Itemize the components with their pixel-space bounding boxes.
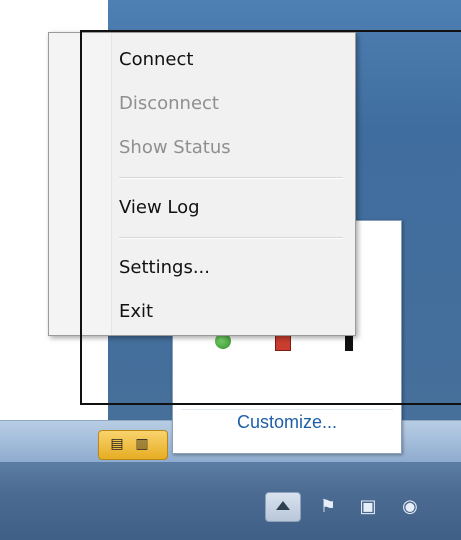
- network-icon[interactable]: ▣: [357, 496, 379, 518]
- volume-icon[interactable]: ◉: [399, 496, 421, 518]
- book-icon[interactable]: ▥: [133, 436, 151, 452]
- quick-launch-group: ▤ ▥: [98, 430, 168, 460]
- red-status-icon[interactable]: [275, 335, 291, 351]
- menu-item-disconnect: Disconnect: [119, 93, 219, 114]
- menu-item-show-status: Show Status: [119, 137, 231, 158]
- flag-icon[interactable]: ⚑: [317, 496, 339, 518]
- menu-separator: [119, 237, 343, 239]
- menu-item-connect[interactable]: Connect: [119, 41, 343, 79]
- system-tray: ⚑ ▣ ◉: [265, 488, 455, 528]
- overflow-icon-row: [195, 333, 395, 357]
- menu-item-exit[interactable]: Exit: [119, 293, 343, 331]
- show-hidden-icons-button[interactable]: [265, 492, 301, 522]
- context-menu: Connect Disconnect Show Status View Log …: [48, 32, 356, 336]
- menu-item-settings[interactable]: Settings...: [119, 249, 343, 287]
- menu-item-view-log[interactable]: View Log: [119, 189, 343, 227]
- tray-popup-separator: [181, 409, 393, 410]
- menu-separator: [119, 177, 343, 179]
- chevron-up-icon: [276, 501, 290, 510]
- menu-icon-gutter: [49, 33, 112, 335]
- customize-link[interactable]: Customize...: [173, 411, 401, 435]
- document-icon[interactable]: ▤: [108, 436, 126, 452]
